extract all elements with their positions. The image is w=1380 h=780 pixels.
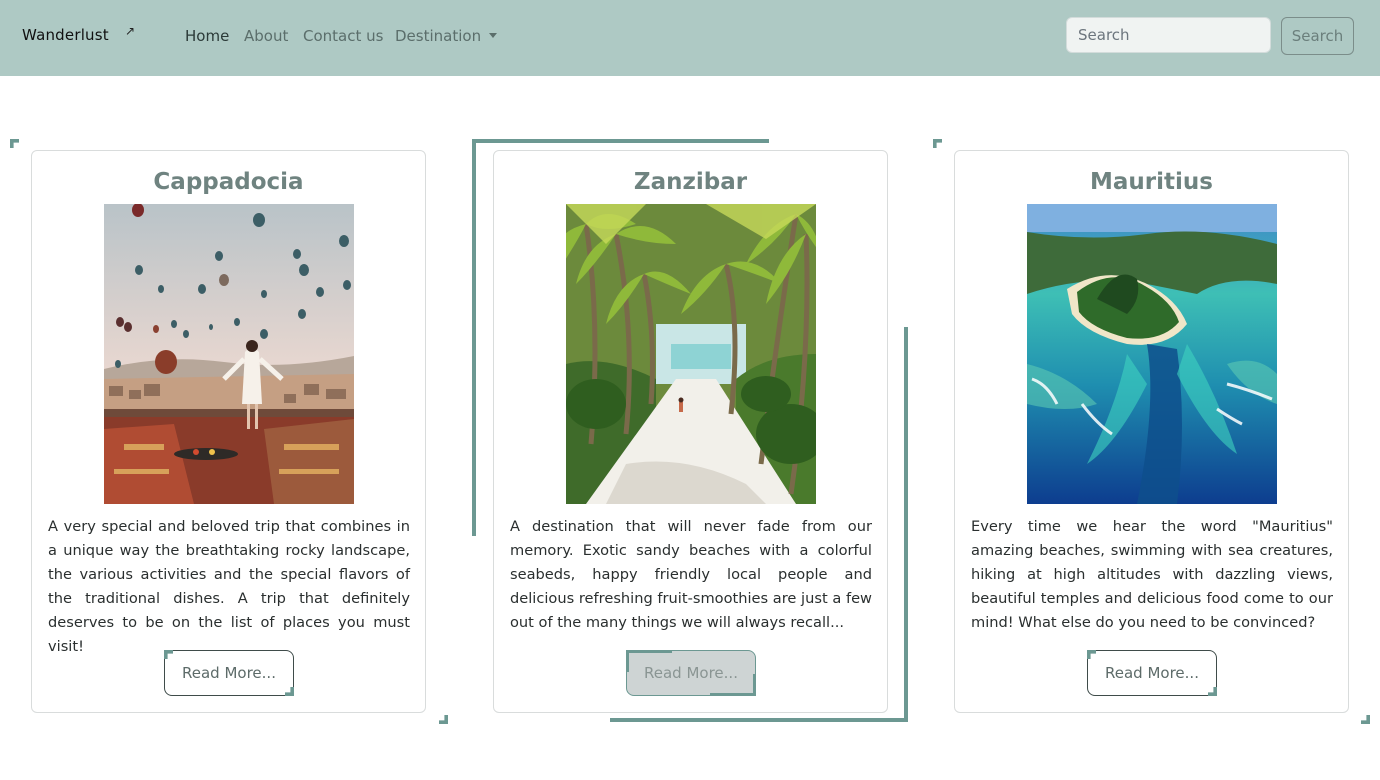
nav-dropdown-label: Destination <box>395 27 482 45</box>
destination-card-cappadocia: Cappadocia A very special and beloved tr… <box>31 150 426 713</box>
frame-line-bottom <box>610 718 908 722</box>
card-title: Zanzibar <box>633 169 748 195</box>
cappadocia-photo <box>104 204 354 504</box>
nav-link-contact[interactable]: Contact us <box>303 27 383 45</box>
corner-decoration <box>1208 687 1217 696</box>
corner-decoration <box>753 674 756 696</box>
corner-decoration <box>164 650 173 659</box>
read-more-label: Read More... <box>1105 664 1199 682</box>
corner-decoration <box>710 693 756 696</box>
card-title: Mauritius <box>1090 169 1213 195</box>
corner-decoration <box>933 139 942 148</box>
frame-line-left <box>472 139 476 536</box>
frame-line-top <box>472 139 769 143</box>
destination-card-zanzibar: Zanzibar A destination that will never f… <box>493 150 888 713</box>
brand-logo[interactable]: Wanderlust <box>22 26 109 44</box>
card-description: A very special and beloved trip that com… <box>48 518 410 655</box>
caret-down-icon <box>489 33 498 38</box>
card-description: Every time we hear the word "Mauritius" … <box>971 518 1333 631</box>
navbar: Wanderlust ↗ Home About Contact us Desti… <box>0 0 1380 76</box>
frame-line-right <box>904 327 908 722</box>
destination-card-mauritius: Mauritius Every time we hear the word "M… <box>954 150 1349 713</box>
search-button[interactable]: Search <box>1281 17 1354 55</box>
card-title: Cappadocia <box>153 169 304 195</box>
nav-dropdown-destination[interactable]: Destination <box>395 27 498 45</box>
corner-decoration <box>10 139 19 148</box>
arrow-up-right-icon: ↗ <box>125 24 136 38</box>
search-input[interactable] <box>1066 17 1271 53</box>
nav-link-home[interactable]: Home <box>185 27 229 45</box>
card-description: A destination that will never fade from … <box>510 518 872 631</box>
read-more-button[interactable]: Read More... <box>1087 650 1217 696</box>
read-more-button[interactable]: Read More... <box>626 650 756 696</box>
read-more-button[interactable]: Read More... <box>164 650 294 696</box>
corner-decoration <box>1087 650 1096 659</box>
zanzibar-photo <box>566 204 816 504</box>
corner-decoration <box>626 650 672 653</box>
nav-link-about[interactable]: About <box>244 27 288 45</box>
read-more-label: Read More... <box>644 664 738 682</box>
mauritius-photo <box>1027 204 1277 504</box>
corner-decoration <box>626 650 629 672</box>
corner-decoration <box>285 687 294 696</box>
read-more-label: Read More... <box>182 664 276 682</box>
corner-decoration <box>1361 715 1370 724</box>
corner-decoration <box>439 715 448 724</box>
